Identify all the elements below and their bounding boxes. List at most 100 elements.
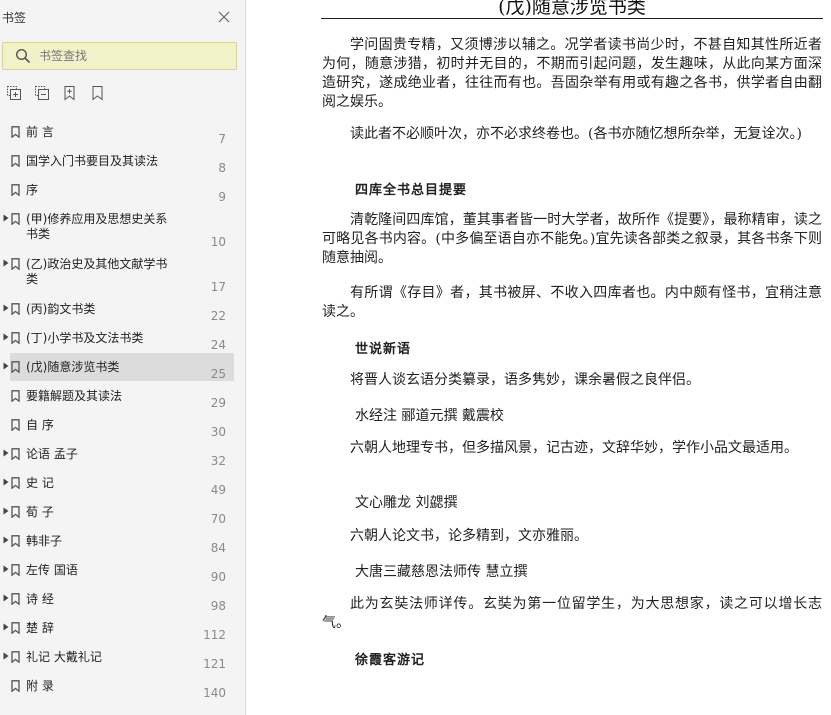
body-paragraph: 学问固贵专精，又须博涉以辅之。况学者读书尚少时，不甚自知其性所近者为何，随意涉猎…	[322, 37, 822, 110]
bookmark-page-number: 49	[210, 483, 226, 497]
body-paragraph: 六朝人地理专书，但多描风景，记古迹，文辞华妙，学作小品文最适用。	[350, 440, 798, 456]
bookmark-item[interactable]: 韩非子 84	[0, 526, 245, 555]
expand-arrow-icon[interactable]	[3, 259, 9, 267]
collapse-all-icon[interactable]	[34, 85, 50, 101]
bookmark-item[interactable]: 序9	[0, 175, 245, 204]
bookmark-item[interactable]: 附 录 140	[0, 671, 245, 700]
bookmark-item[interactable]: (戊)随意涉览书类 25	[0, 352, 245, 381]
expand-arrow-icon[interactable]	[3, 333, 9, 341]
bookmark-label: 左传 国语	[26, 563, 78, 577]
bookmark-item[interactable]: (丁)小学书及文法书类 24	[0, 323, 245, 352]
bookmark-flag-icon	[11, 213, 20, 225]
bookmark-toolbar	[6, 85, 118, 103]
bookmark-label: 国学入门书要目及其读法	[26, 154, 159, 168]
bookmark-label: 楚 辞	[26, 621, 54, 635]
bookmark-flag-icon	[11, 564, 20, 576]
body-paragraph: 有所谓《存目》者，其书被屏、不收入四库者也。内中颇有怪书，宜稍注意读之。	[322, 285, 822, 320]
bookmark-label: (甲)修养应用及思想史关系书类	[26, 212, 168, 241]
bookmark-page-number: 24	[210, 338, 226, 352]
bookmark-item[interactable]: (乙)政治史及其他文献学书类 17	[0, 249, 245, 294]
bookmark-label: 韩非子	[26, 534, 63, 548]
expand-arrow-icon[interactable]	[3, 214, 9, 222]
bookmark-page-number: 17	[210, 280, 226, 294]
bookmark-label: 礼记 大戴礼记	[26, 650, 102, 664]
expand-arrow-icon[interactable]	[3, 623, 9, 631]
bookmark-label: (乙)政治史及其他文献学书类	[26, 257, 168, 286]
bookmark-search-box[interactable]	[2, 42, 237, 70]
bookmark-item[interactable]: (丙)韵文书类 22	[0, 294, 245, 323]
bookmark-label: 前 言	[26, 125, 54, 139]
bookmark-flag-icon	[11, 477, 20, 489]
bookmark-flag-icon	[11, 535, 20, 547]
bookmark-page-number: 7	[218, 132, 226, 146]
expand-arrow-icon[interactable]	[3, 449, 9, 457]
bookmark-panel-title: 书签	[2, 11, 27, 25]
bookmark-item[interactable]: 论语 孟子 32	[0, 439, 245, 468]
bookmark-label: 附 录	[26, 679, 54, 693]
bookmark-item[interactable]: 诗 经 98	[0, 584, 245, 613]
bookmark-page-number: 121	[203, 657, 226, 671]
bookmark-item[interactable]: 自 序 30	[0, 410, 245, 439]
bookmark-page-number: 29	[210, 396, 226, 410]
section-heading: 世说新语	[355, 342, 412, 357]
expand-arrow-icon[interactable]	[3, 594, 9, 602]
bookmark-label: 要籍解题及其读法	[26, 389, 123, 403]
bookmark-label: 诗 经	[26, 592, 54, 606]
add-bookmark-icon[interactable]	[62, 85, 78, 101]
bookmark-search-input[interactable]	[39, 49, 219, 63]
bookmark-item[interactable]: 楚 辞 112	[0, 613, 245, 642]
expand-all-icon[interactable]	[6, 85, 22, 101]
close-icon[interactable]	[216, 9, 232, 25]
bookmark-page-number: 30	[210, 425, 226, 439]
bookmark-label: 论语 孟子	[26, 447, 78, 461]
bookmark-panel: 书签 前 言7国学入门书要目及其读法8序9(甲)修养应用及思想	[0, 0, 246, 715]
bookmark-flag-icon	[11, 303, 20, 315]
bookmark-label: (丙)韵文书类	[26, 302, 96, 316]
search-icon	[15, 48, 31, 64]
bookmark-page-number: 98	[210, 599, 226, 613]
bookmark-page-number: 140	[203, 686, 226, 700]
bookmark-flag-icon	[11, 419, 20, 431]
expand-arrow-icon[interactable]	[3, 536, 9, 544]
document-page: (戊)随意涉览书类 学问固贵专精，又须博涉以辅之。况学者读书尚少时，不甚自知其性…	[247, 0, 831, 715]
expand-arrow-icon[interactable]	[3, 565, 9, 573]
bookmark-item[interactable]: 左传 国语 90	[0, 555, 245, 584]
bookmark-item[interactable]: 荀 子 70	[0, 497, 245, 526]
bookmark-icon[interactable]	[90, 85, 106, 101]
bookmark-item[interactable]: (甲)修养应用及思想史关系书类 10	[0, 204, 245, 249]
title-underline	[321, 18, 823, 19]
body-paragraph: 六朝人论文书，论多精到，文亦雅丽。	[350, 528, 588, 544]
expand-arrow-icon[interactable]	[3, 507, 9, 515]
body-paragraph: 此为玄奘法师详传。玄奘为第一位留学生，为大思想家，读之可以增长志气。	[322, 596, 822, 631]
bookmark-flag-icon	[11, 651, 20, 663]
bookmark-item[interactable]: 礼记 大戴礼记 121	[0, 642, 245, 671]
bookmark-page-number: 22	[210, 309, 226, 323]
expand-arrow-icon[interactable]	[3, 652, 9, 660]
bookmark-item[interactable]: 史 记 49	[0, 468, 245, 497]
bookmark-flag-icon	[11, 155, 20, 167]
bookmark-page-number: 25	[210, 367, 226, 381]
expand-arrow-icon[interactable]	[3, 362, 9, 370]
bookmark-item[interactable]: 前 言 7	[0, 117, 245, 146]
bookmark-list: 前 言 7 国学入门书要目及其读法 8 序 9 (甲)修养应用及思想史关系书类 10 (乙)政治…	[0, 117, 245, 700]
body-paragraph: 将晋人谈玄语分类纂录，语多隽妙，课余暑假之良伴侣。	[350, 372, 700, 388]
book-entry-heading: 文心雕龙 刘勰撰	[355, 495, 458, 511]
bookmark-label: 史 记	[26, 476, 54, 490]
body-paragraph: 读此者不必顺叶次，亦不必求终卷也。(各书亦随忆想所杂举，无复诠次。)	[350, 126, 802, 142]
book-entry-heading: 水经注 郦道元撰 戴震校	[355, 408, 504, 424]
expand-arrow-icon[interactable]	[3, 478, 9, 486]
bookmark-label: (戊)随意涉览书类	[26, 360, 120, 374]
bookmark-flag-icon	[11, 680, 20, 692]
chapter-title: (戊)随意涉览书类	[498, 0, 646, 18]
bookmark-item[interactable]: 国学入门书要目及其读法 8	[0, 146, 245, 175]
bookmark-label: 荀 子	[26, 505, 54, 519]
bookmark-flag-icon	[11, 258, 20, 270]
bookmark-page-number: 10	[210, 235, 226, 249]
expand-arrow-icon[interactable]	[3, 304, 9, 312]
bookmark-item[interactable]: 要籍解题及其读法 29	[0, 381, 245, 410]
bookmark-page-number: 8	[218, 161, 226, 175]
bookmark-flag-icon	[11, 361, 20, 373]
bookmark-flag-icon	[11, 332, 20, 344]
bookmark-label: 自 序	[26, 418, 54, 432]
bookmark-flag-icon	[11, 126, 20, 138]
